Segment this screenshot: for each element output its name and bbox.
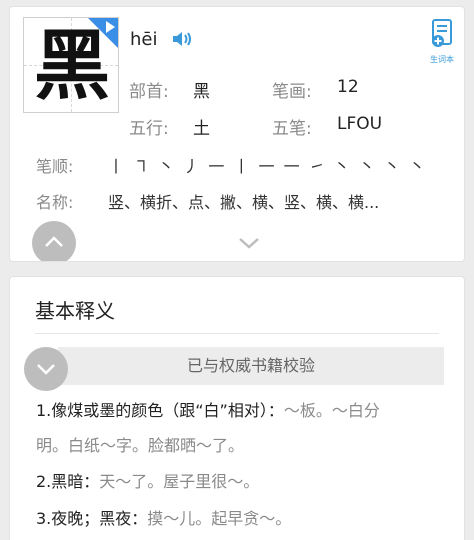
definition-line: 明。白纸～字。脸都晒～了。 [36, 432, 244, 456]
chevron-down-icon [37, 364, 55, 375]
definition-lead: 2.黑暗： [36, 472, 100, 491]
pinyin-text: hēi [130, 29, 158, 50]
stroke-names-value: 竖、横折、点、撇、横、竖、横、横... [108, 193, 380, 212]
play-icon[interactable] [106, 21, 115, 33]
character-display[interactable]: 黑 [23, 17, 119, 113]
radical-label: 部首: [129, 82, 169, 102]
add-to-vocabulary-button[interactable]: 生词本 [426, 19, 458, 65]
character-card: 黑 hēi 生词本 部首: 黑 笔画: 12 五行: 土 五笔: LFOU 笔顺… [9, 6, 465, 262]
definition-example: 天～了。屋子里很～。 [99, 472, 260, 491]
expand-chevron-icon[interactable] [238, 234, 260, 253]
radical-value: 黑 [193, 82, 210, 102]
definition-line: 2.黑暗：天～了。屋子里很～。 [36, 468, 259, 492]
wubi-label: 五笔: [272, 119, 312, 139]
basic-meaning-card: 基本释义 已与权威书籍校验 1.像煤或墨的颜色（跟“白”相对）：～板。～白分 明… [9, 276, 465, 540]
definition-example: 摸～儿。起早贪～。 [147, 509, 292, 528]
wubi-value: LFOU [337, 114, 383, 134]
definition-example: 明。白纸～字。脸都晒～了。 [36, 436, 245, 455]
chevron-up-icon [45, 236, 63, 247]
divider [35, 333, 439, 334]
notebook-add-icon [432, 19, 452, 47]
vocab-label: 生词本 [430, 55, 454, 64]
verified-banner: 已与权威书籍校验 [58, 347, 444, 385]
definition-lead: 3.夜晚；黑夜： [36, 509, 148, 528]
definition-lead: 1.像煤或墨的颜色（跟“白”相对）： [36, 401, 284, 420]
speaker-icon[interactable] [172, 31, 192, 51]
collapse-button[interactable] [32, 221, 76, 261]
strokes-value: 12 [337, 77, 359, 97]
definition-line: 3.夜晚；黑夜：摸～儿。起早贪～。 [36, 505, 291, 529]
section-title: 基本释义 [35, 299, 115, 323]
stroke-order-value: 丨 ㇕ 丶 丿 一 丨 一 一 ㇀ 丶 丶 丶 丶 [108, 157, 428, 176]
definition-example: ～板。～白分 [283, 401, 380, 420]
definition-line: 1.像煤或墨的颜色（跟“白”相对）：～板。～白分 [36, 397, 380, 421]
strokes-label: 笔画: [272, 82, 312, 102]
element-label: 五行: [129, 119, 169, 139]
stroke-names-label: 名称: [36, 193, 74, 212]
expand-button[interactable] [24, 347, 68, 391]
stroke-order-label: 笔顺: [36, 157, 74, 176]
element-value: 土 [193, 119, 210, 139]
